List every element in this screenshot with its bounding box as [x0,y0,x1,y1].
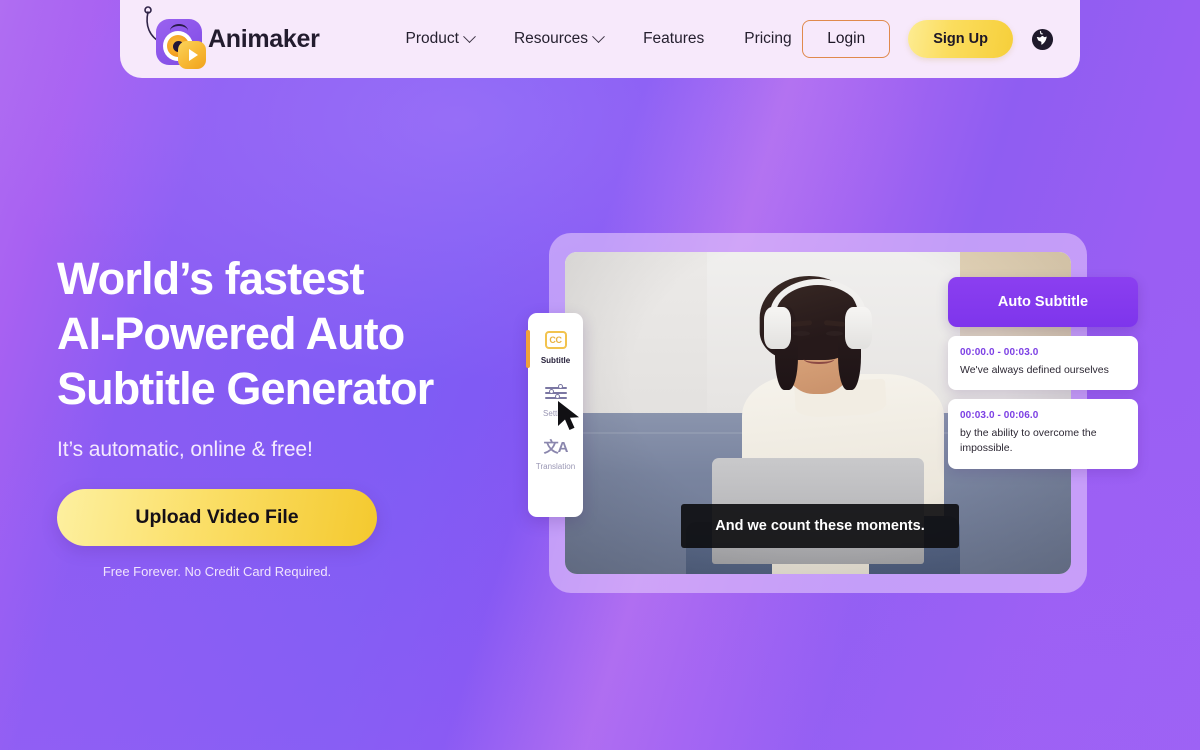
signup-button[interactable]: Sign Up [908,20,1013,58]
subtitle-entry-timestamp: 00:00.0 - 00:03.0 [960,347,1039,358]
subtitle-entry-text: by the ability to overcome the impossibl… [960,427,1097,455]
translate-icon: 文A [528,433,583,459]
hero-heading-line-2: AI-Powered Auto [57,307,405,359]
animaker-logo-icon [144,6,206,69]
toolbar-item-subtitle[interactable]: CC Subtitle [526,327,583,368]
nav-item-product-label: Product [405,30,459,47]
upload-video-file-button[interactable]: Upload Video File [57,488,377,546]
cta-note: Free Forever. No Credit Card Required. [102,563,332,579]
cc-icon-glyph: CC [544,331,567,349]
chevron-down-icon [463,29,476,43]
video-caption-bar: And we count these moments. [681,504,959,548]
hero-copy: World’s fastest AI-Powered Auto Subtitle… [57,252,527,579]
site-header: Animaker Product Resources Features Pric… [120,0,1080,78]
auto-subtitle-panel-title: Auto Subtitle [948,277,1138,327]
subtitle-entry-timestamp: 00:03.0 - 00:06.0 [960,410,1039,422]
nav-item-resources[interactable]: Resources [513,29,605,48]
brand-logo-link[interactable]: Animaker [144,6,320,69]
nav-item-features[interactable]: Features [643,30,704,48]
nav-item-pricing[interactable]: Pricing [744,30,791,48]
subtitle-entry[interactable]: 00:00.0 - 00:03.0 We've always defined o… [948,336,1138,391]
subtitle-entry[interactable]: 00:03.0 - 00:06.0 by the ability to over… [948,399,1138,469]
login-button[interactable]: Login [802,20,891,58]
editor-toolbar-panel: CC Subtitle Setting 文A Translation [526,313,583,517]
nav-item-resources-label: Resources [513,30,589,47]
mouse-cursor-arrow-icon [558,401,579,430]
cc-icon: CC [528,327,583,353]
nav-item-features-label: Features [643,30,705,47]
subtitle-entry-text: We've always defined ourselves [960,364,1109,376]
page-title: World’s fastest AI-Powered Auto Subtitle… [57,252,527,417]
chevron-down-icon [592,29,605,43]
header-actions: Login Sign Up [802,20,1054,58]
hero-heading-line-3: Subtitle Generator [57,362,434,414]
active-indicator-bar [526,330,530,368]
toolbar-item-translation[interactable]: 文A Translation [528,433,583,472]
toolbar-item-subtitle-label: Subtitle [540,356,571,365]
logo-eyebrow [170,24,188,31]
nav-item-pricing-label: Pricing [744,30,792,47]
logo-play-button-icon [178,41,206,69]
hero-heading-line-1: World’s fastest [57,253,364,304]
main-navigation: Product Resources Features Pricing [405,29,792,48]
nav-item-product[interactable]: Product [405,29,476,48]
hero-subheading: It’s automatic, online & free! [57,437,313,461]
brand-name: Animaker [208,24,320,53]
auto-subtitle-panel: Auto Subtitle 00:00.0 - 00:03.0 We've al… [948,277,1138,469]
globe-icon[interactable] [1031,28,1054,51]
toolbar-item-translation-label: Translation [535,462,576,471]
translate-icon-glyph: 文A [543,438,569,456]
